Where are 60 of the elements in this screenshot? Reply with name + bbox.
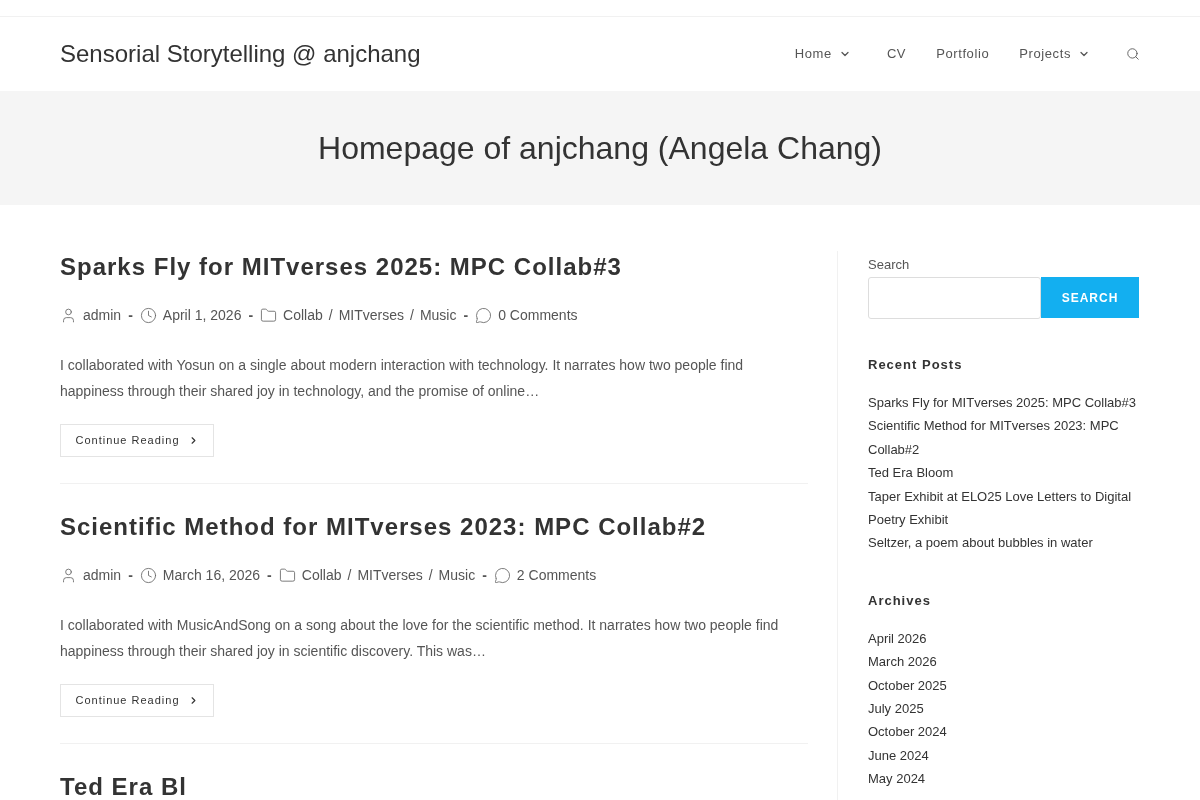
speech-bubble-icon [475, 306, 493, 324]
category-link[interactable]: Collab [301, 565, 342, 585]
category-separator: / [410, 306, 414, 325]
post-title[interactable]: Sparks Fly for MITverses 2025: MPC Collab#3 [60, 251, 808, 283]
sidebar-link[interactable]: October 2024 [868, 720, 1140, 744]
meta-separator: - [128, 566, 133, 585]
sidebar-link[interactable]: April 2026 [868, 626, 1140, 651]
comments-link[interactable]: 0 Comments [498, 305, 578, 325]
category-link[interactable]: MITverses [338, 305, 405, 325]
meta-separator: - [482, 566, 487, 585]
category-separator: / [428, 566, 433, 585]
clock-icon [139, 566, 157, 584]
category-separator: / [347, 566, 352, 585]
continue-reading-button[interactable]: Continue Reading [60, 424, 214, 457]
user-icon [60, 306, 77, 324]
category-separator: / [328, 306, 333, 325]
sidebar-link[interactable]: June 2024 [868, 743, 1140, 768]
author-link[interactable]: admin [83, 565, 122, 585]
folder-icon [260, 306, 278, 324]
sidebar-link[interactable]: May 2024 [868, 767, 1140, 791]
category-link[interactable]: Music [419, 305, 457, 325]
nav-link[interactable]: Projects [1019, 44, 1096, 64]
post-date: March 16, 2026 [162, 566, 261, 585]
sidebar-link[interactable]: Taper Exhibit at ELO25 Love Letters to Digital Poetry Exhibit [868, 484, 1140, 532]
sidebar-link[interactable]: Ted Era Bloom [868, 461, 1140, 485]
author-link[interactable]: admin [83, 305, 122, 325]
search-label: Search [868, 256, 911, 274]
search-icon[interactable] [1126, 47, 1140, 61]
comments-link[interactable]: 2 Comments [516, 565, 597, 585]
category-link[interactable]: MITverses [357, 565, 423, 585]
meta-separator: - [267, 566, 272, 585]
category-link[interactable]: Music [438, 565, 476, 585]
sidebar-link[interactable]: July 2025 [868, 697, 1140, 721]
post-excerpt: I collaborated with Yosun on a single about modern interaction with technology. It narrates how two people find happiness through their shared joy in technology, and the promise of online… [60, 356, 745, 401]
page-title: Homepage of anjchang (Angela Chang) [318, 129, 882, 168]
meta-separator: - [128, 306, 133, 325]
sidebar-link[interactable]: October 2025 [868, 673, 1140, 698]
search-field[interactable] [868, 277, 1041, 319]
widget-heading: Recent Posts [868, 356, 964, 374]
sidebar-link[interactable]: Scientific Method for MITverses 2023: MPC Collab#2 [868, 414, 1140, 462]
post-excerpt: I collaborated with MusicAndSong on a song about the love for the scientific method. It narrates how two people find happiness through their shared joy in scientific discovery. This was… [60, 616, 780, 661]
post-title[interactable]: Ted Era Bl [60, 771, 808, 800]
nav-link[interactable]: CV [886, 44, 907, 64]
post-title[interactable]: Scientific Method for MITverses 2023: MPC Collab#2 [60, 511, 808, 543]
meta-separator: - [248, 306, 254, 325]
clock-icon [139, 306, 157, 324]
nav-link[interactable]: Home [794, 44, 857, 64]
widget-heading: Archives [868, 591, 932, 610]
site-title[interactable]: Sensorial Storytelling @ anjchang [60, 36, 421, 72]
category-link[interactable]: Collab [283, 305, 323, 325]
sidebar-link[interactable]: March 2026 [868, 650, 1140, 674]
meta-separator: - [463, 306, 469, 325]
post-date: April 1, 2026 [162, 306, 242, 325]
speech-bubble-icon [493, 566, 511, 584]
sidebar-link[interactable]: Seltzer, a poem about bubbles in water [868, 531, 1140, 555]
user-icon [60, 566, 77, 584]
nav-link[interactable]: Portfolio [936, 44, 990, 64]
sidebar-link[interactable]: Sparks Fly for MITverses 2025: MPC Collab#3 [868, 391, 1140, 415]
continue-reading-button[interactable]: Continue Reading [60, 684, 214, 717]
folder-icon [278, 566, 296, 584]
